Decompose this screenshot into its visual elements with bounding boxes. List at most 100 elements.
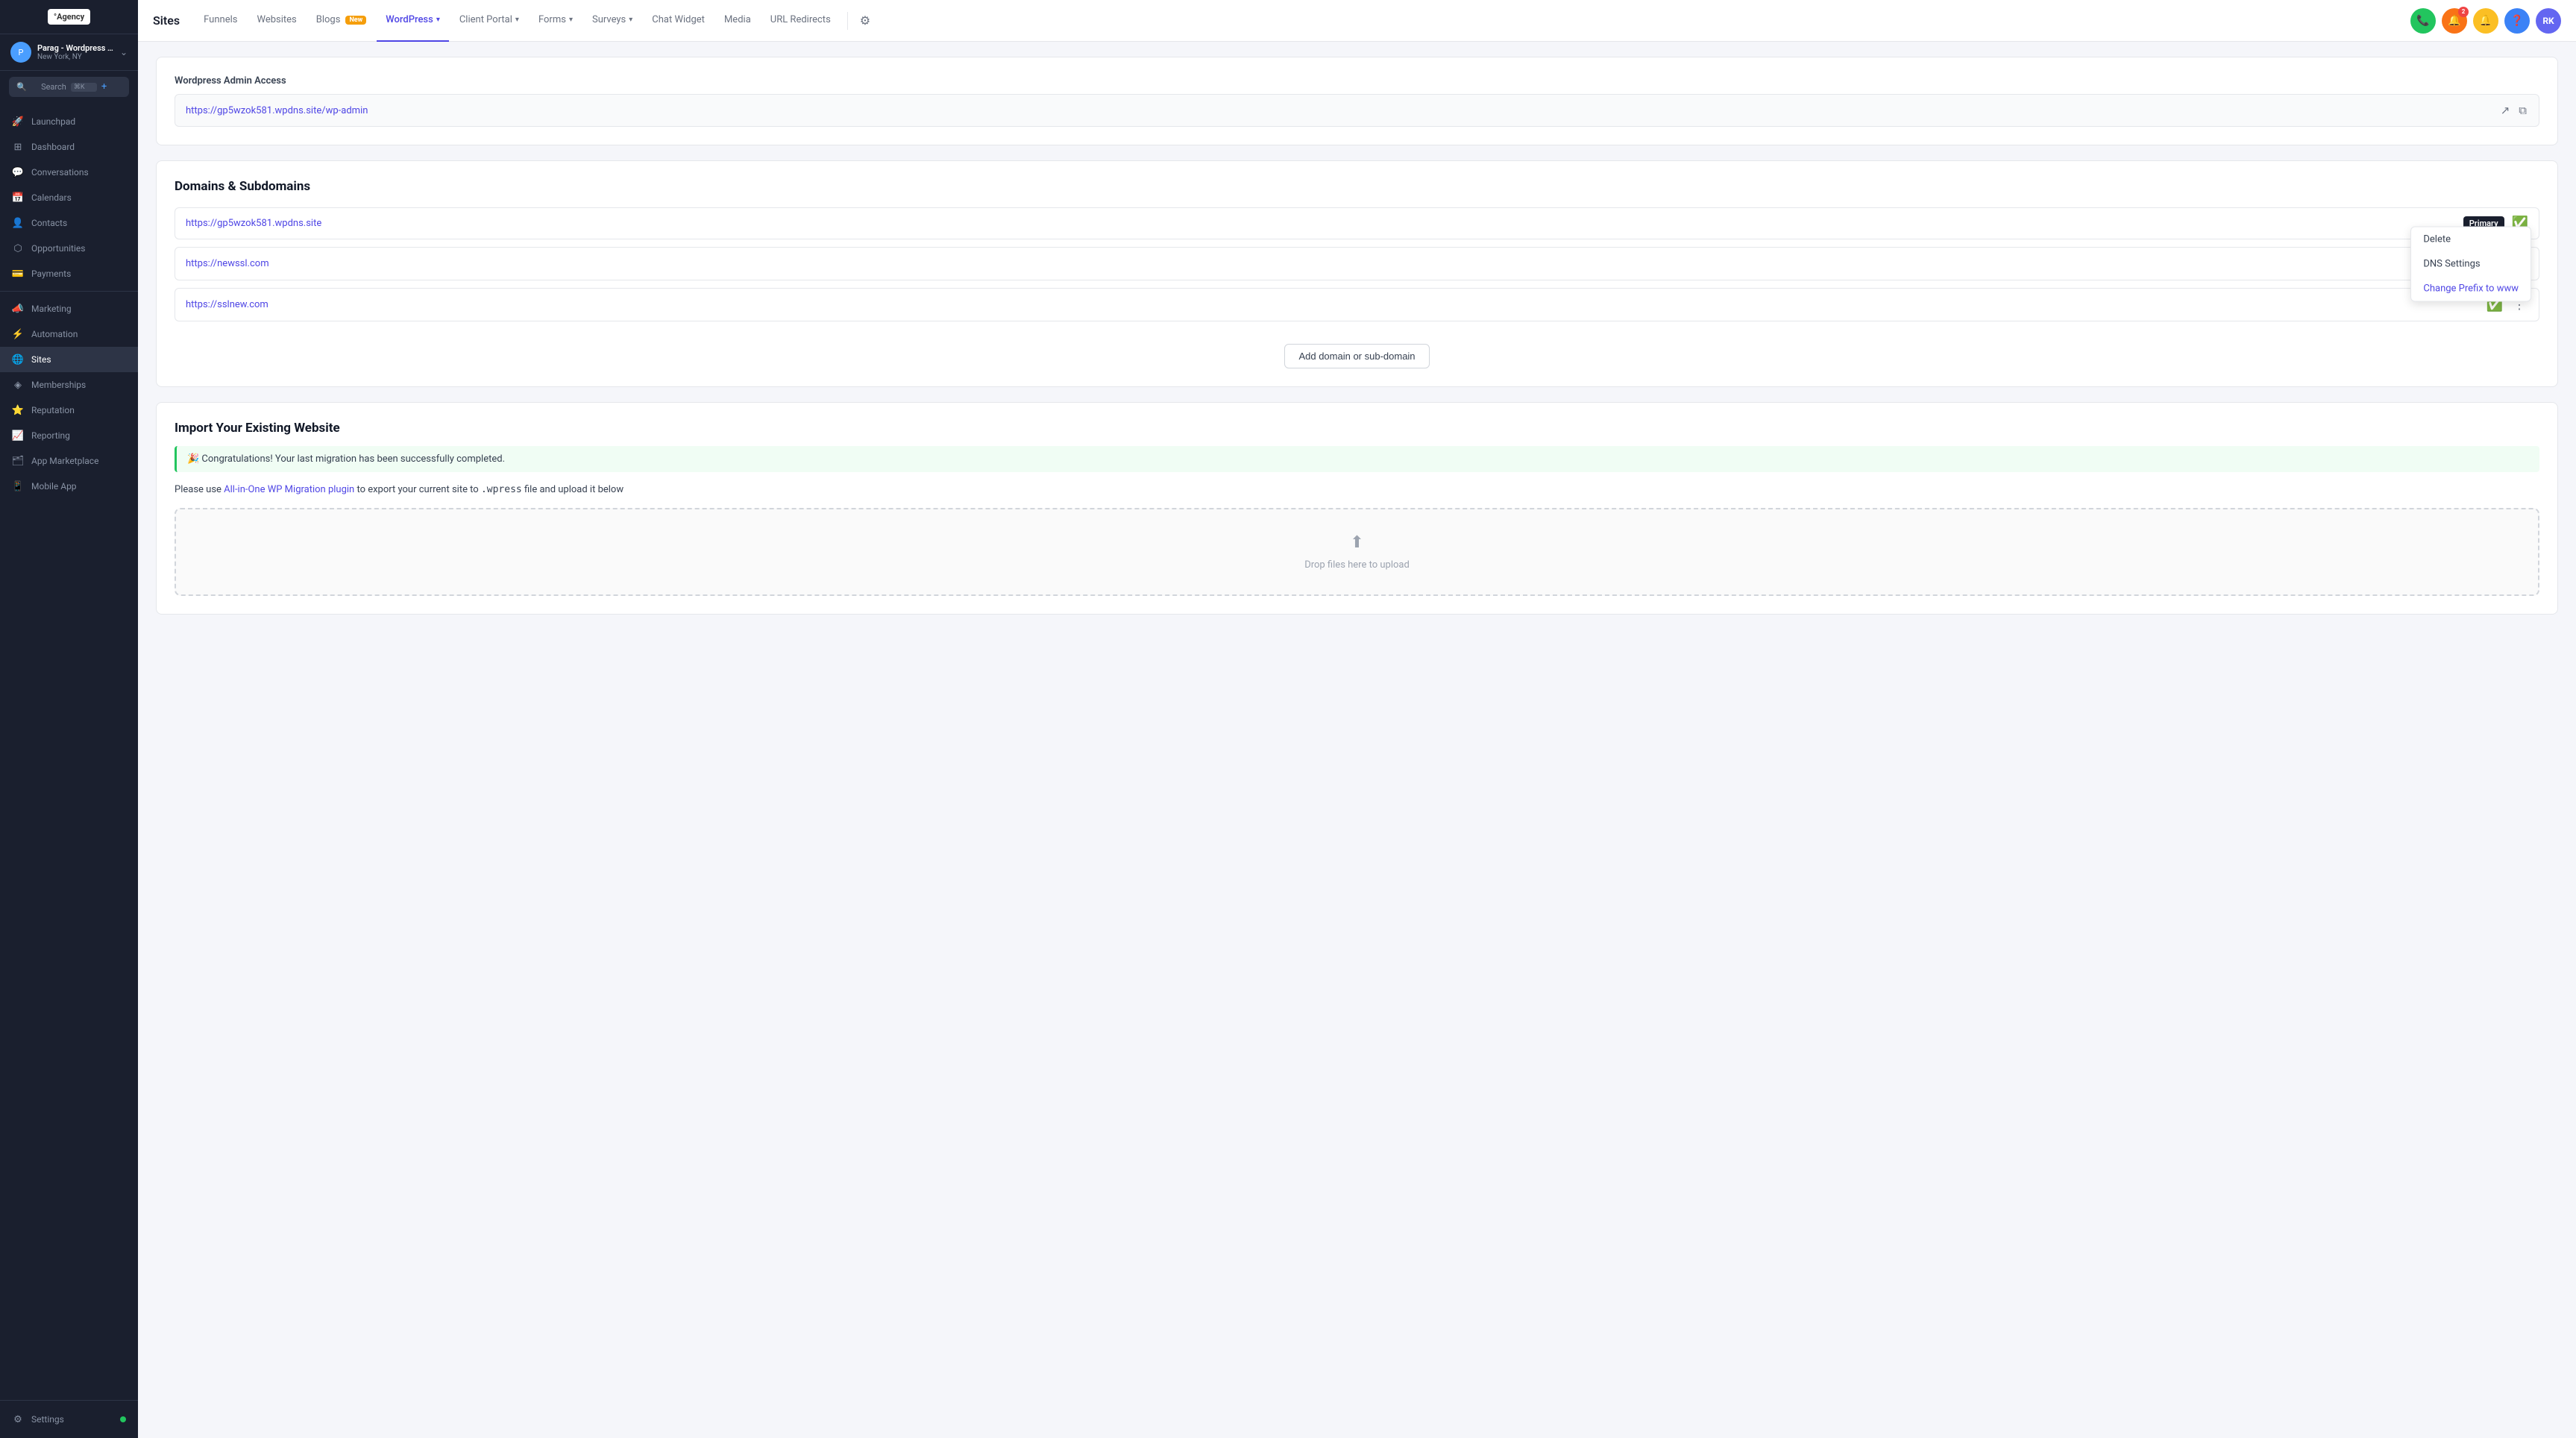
sidebar-item-automation[interactable]: ⚡ Automation [0, 321, 138, 347]
dropdown-delete[interactable]: Delete [2411, 227, 2531, 251]
sidebar-item-dashboard[interactable]: ⊞ Dashboard [0, 134, 138, 160]
search-shortcut: ⌘K [71, 83, 97, 92]
opportunities-icon: ⬡ [12, 242, 24, 254]
sidebar-item-opportunities[interactable]: ⬡ Opportunities [0, 236, 138, 261]
import-desc-part3: file and upload it below [522, 484, 623, 495]
payments-label: Payments [31, 269, 71, 279]
app-marketplace-icon: 🗂 [12, 455, 24, 467]
sidebar-item-reporting[interactable]: 📈 Reporting [0, 423, 138, 448]
add-domain-button[interactable]: Add domain or sub-domain [1284, 344, 1429, 368]
sidebar-item-contacts[interactable]: 👤 Contacts [0, 210, 138, 236]
tab-forms[interactable]: Forms ▾ [530, 0, 582, 42]
calendars-label: Calendars [31, 192, 72, 203]
account-name: Parag - Wordpress T... [37, 43, 114, 53]
notification-badge: 2 [2458, 7, 2469, 17]
sidebar-bottom: ⚙ Settings [0, 1400, 138, 1438]
main-area: Sites Funnels Websites Blogs New WordPre… [138, 0, 2576, 1438]
tab-websites[interactable]: Websites [248, 0, 305, 42]
sidebar-search-container: 🔍 Search ⌘K + [0, 71, 138, 103]
top-nav: Sites Funnels Websites Blogs New WordPre… [138, 0, 2576, 42]
forms-chevron-icon: ▾ [569, 16, 573, 24]
forms-label: Forms [538, 14, 566, 25]
mobile-app-label: Mobile App [31, 481, 77, 492]
import-desc-part1: Please use [175, 484, 224, 495]
marketing-icon: 📣 [12, 303, 24, 315]
dashboard-label: Dashboard [31, 142, 75, 152]
tab-url-redirects[interactable]: URL Redirects [761, 0, 840, 42]
account-location: New York, NY [37, 53, 114, 61]
tab-chat-widget[interactable]: Chat Widget [643, 0, 714, 42]
copy-link-icon[interactable]: ⧉ [2517, 102, 2528, 119]
sites-icon: 🌐 [12, 354, 24, 365]
sites-label: Sites [31, 354, 51, 365]
account-avatar: P [10, 42, 31, 63]
settings-gear-button[interactable]: ⚙ [855, 9, 875, 32]
blogs-label: Blogs [316, 14, 341, 25]
sidebar-item-memberships[interactable]: ◈ Memberships [0, 372, 138, 398]
tab-blogs[interactable]: Blogs New [307, 0, 376, 42]
admin-section-title: Wordpress Admin Access [175, 75, 2539, 87]
contacts-label: Contacts [31, 218, 67, 228]
domain-row-primary: https://gp5wzok581.wpdns.site Primary ✅ [175, 207, 2539, 239]
domain-dropdown-menu: Delete DNS Settings Change Prefix to www [2410, 226, 2531, 301]
upload-drop-zone[interactable]: ⬆ Drop files here to upload [175, 508, 2539, 596]
domain-row-newssl: https://newssl.com Not verified ⋮ Delete… [175, 247, 2539, 280]
import-desc-part2: to export your current site to [354, 484, 481, 495]
sidebar-item-conversations[interactable]: 💬 Conversations [0, 160, 138, 185]
tab-media[interactable]: Media [715, 0, 760, 42]
reporting-icon: 📈 [12, 430, 24, 442]
import-title: Import Your Existing Website [175, 421, 2539, 436]
blogs-new-badge: New [345, 16, 366, 25]
help-icon-button[interactable]: ❓ [2504, 8, 2530, 34]
search-add-icon[interactable]: + [101, 81, 122, 92]
dashboard-icon: ⊞ [12, 141, 24, 153]
sidebar-item-reputation[interactable]: ⭐ Reputation [0, 398, 138, 423]
migration-plugin-link[interactable]: All-in-One WP Migration plugin [224, 484, 354, 495]
logo-text: °Agency [48, 9, 90, 25]
tab-funnels[interactable]: Funnels [195, 0, 246, 42]
admin-url-link[interactable]: https://gp5wzok581.wpdns.site/wp-admin [186, 105, 2493, 116]
tab-surveys[interactable]: Surveys ▾ [583, 0, 641, 42]
memberships-label: Memberships [31, 380, 86, 390]
settings-icon: ⚙ [12, 1413, 24, 1425]
success-text: 🎉 Congratulations! Your last migration h… [187, 453, 505, 465]
domain-url-newssl: https://newssl.com [186, 258, 2440, 269]
sidebar-account[interactable]: P Parag - Wordpress T... New York, NY ⌄ [0, 34, 138, 71]
success-banner: 🎉 Congratulations! Your last migration h… [175, 446, 2539, 472]
upload-text: Drop files here to upload [1304, 559, 1410, 571]
search-placeholder: Search [41, 82, 66, 92]
sidebar-logo: °Agency [0, 0, 138, 34]
surveys-label: Surveys [592, 14, 626, 25]
sidebar-item-marketing[interactable]: 📣 Marketing [0, 296, 138, 321]
dropdown-dns-settings[interactable]: DNS Settings [2411, 251, 2531, 276]
bell-icon-button[interactable]: 🔔 [2473, 8, 2498, 34]
app-marketplace-label: App Marketplace [31, 456, 98, 466]
memberships-icon: ◈ [12, 379, 24, 391]
settings-green-dot [120, 1416, 126, 1422]
phone-icon-button[interactable]: 📞 [2410, 8, 2436, 34]
client-portal-chevron-icon: ▾ [515, 16, 519, 24]
sidebar-item-calendars[interactable]: 📅 Calendars [0, 185, 138, 210]
wordpress-chevron-icon: ▾ [436, 16, 440, 24]
tab-client-portal[interactable]: Client Portal ▾ [450, 0, 528, 42]
sidebar-item-app-marketplace[interactable]: 🗂 App Marketplace [0, 448, 138, 474]
user-avatar[interactable]: RK [2536, 8, 2561, 34]
import-desc-code: .wpress [481, 484, 522, 495]
sidebar-item-launchpad[interactable]: 🚀 Launchpad [0, 109, 138, 134]
external-link-icon[interactable]: ↗ [2499, 102, 2512, 119]
tab-wordpress[interactable]: WordPress ▾ [377, 0, 449, 42]
calendars-icon: 📅 [12, 192, 24, 204]
sidebar-item-settings[interactable]: ⚙ Settings [0, 1407, 138, 1432]
domains-title: Domains & Subdomains [175, 179, 2539, 194]
upload-icon: ⬆ [1350, 533, 1363, 552]
sidebar-item-payments[interactable]: 💳 Payments [0, 261, 138, 286]
dropdown-change-prefix[interactable]: Change Prefix to www [2411, 276, 2531, 301]
notification-icon-button[interactable]: 🔔 2 [2442, 8, 2467, 34]
sidebar-item-sites[interactable]: 🌐 Sites [0, 347, 138, 372]
wordpress-label: WordPress [386, 14, 433, 25]
sidebar-item-mobile-app[interactable]: 📱 Mobile App [0, 474, 138, 499]
search-box[interactable]: 🔍 Search ⌘K + [9, 77, 129, 97]
domain-url-primary: https://gp5wzok581.wpdns.site [186, 218, 2456, 229]
payments-icon: 💳 [12, 268, 24, 280]
wordpress-admin-card: Wordpress Admin Access https://gp5wzok58… [156, 57, 2558, 145]
